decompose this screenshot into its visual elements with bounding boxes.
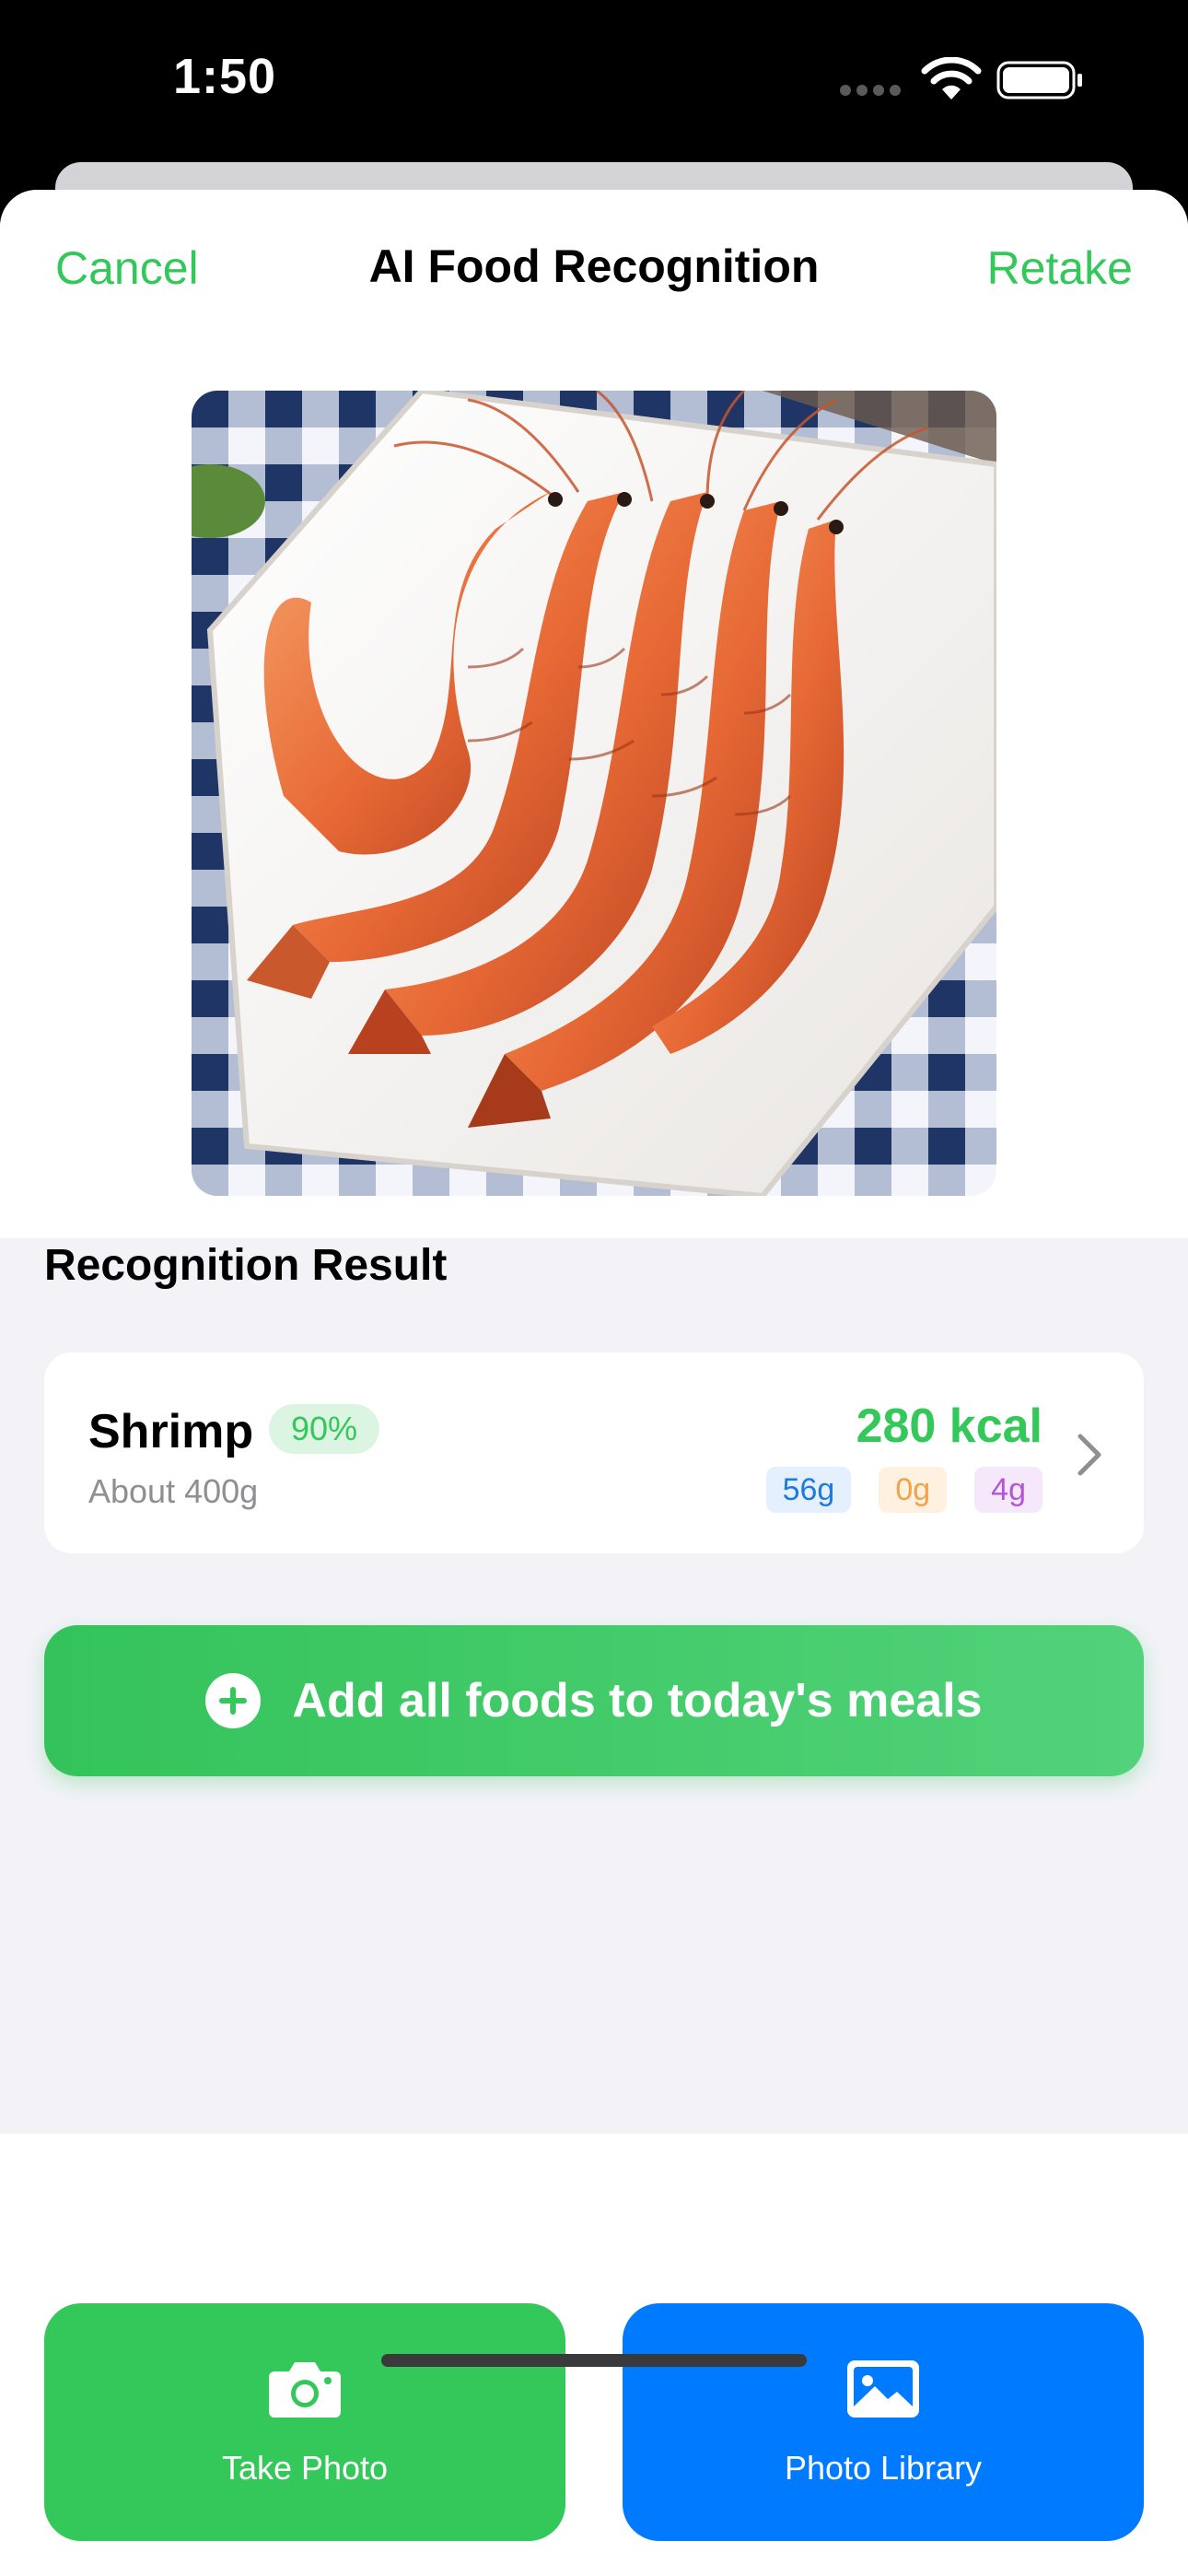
status-bar: 1:50 [0,0,1188,166]
take-photo-button[interactable]: Take Photo [44,2303,565,2541]
battery-icon [996,61,1082,100]
carbs-badge: 4g [974,1467,1042,1513]
macros-row: 56g 0g 4g [765,1467,1042,1513]
protein-badge: 56g [765,1467,852,1513]
header-area: Cancel AI Food Recognition Retake [0,190,1188,1238]
plus-circle-icon [205,1673,262,1728]
photo-library-label: Photo Library [784,2449,983,2487]
food-name: Shrimp [88,1405,254,1458]
cellular-icon [840,85,904,98]
retake-button[interactable]: Retake [987,241,1133,295]
take-photo-label: Take Photo [221,2449,389,2487]
food-result-card[interactable]: Shrimp 90% About 400g 280 kcal 56g 0g 4g [44,1352,1144,1553]
fat-badge: 0g [879,1467,948,1513]
confidence-badge: 90% [269,1404,380,1454]
food-photo [192,391,996,1196]
camera-icon [269,2362,341,2418]
add-button-label: Add all foods to today's meals [292,1674,983,1727]
photo-library-button[interactable]: Photo Library [623,2303,1144,2541]
calories-value: 280 kcal [856,1399,1042,1453]
add-all-foods-button[interactable]: Add all foods to today's meals [44,1625,1144,1776]
portion-text: About 400g [88,1472,259,1510]
home-indicator[interactable] [381,2354,807,2367]
status-time: 1:50 [173,49,277,104]
section-title: Recognition Result [44,1241,448,1290]
wifi-icon [921,57,982,100]
photo-icon [847,2360,919,2418]
recognition-sheet: Cancel AI Food Recognition Retake Recogn… [0,190,1188,2576]
chevron-right-icon [1077,1434,1101,1476]
